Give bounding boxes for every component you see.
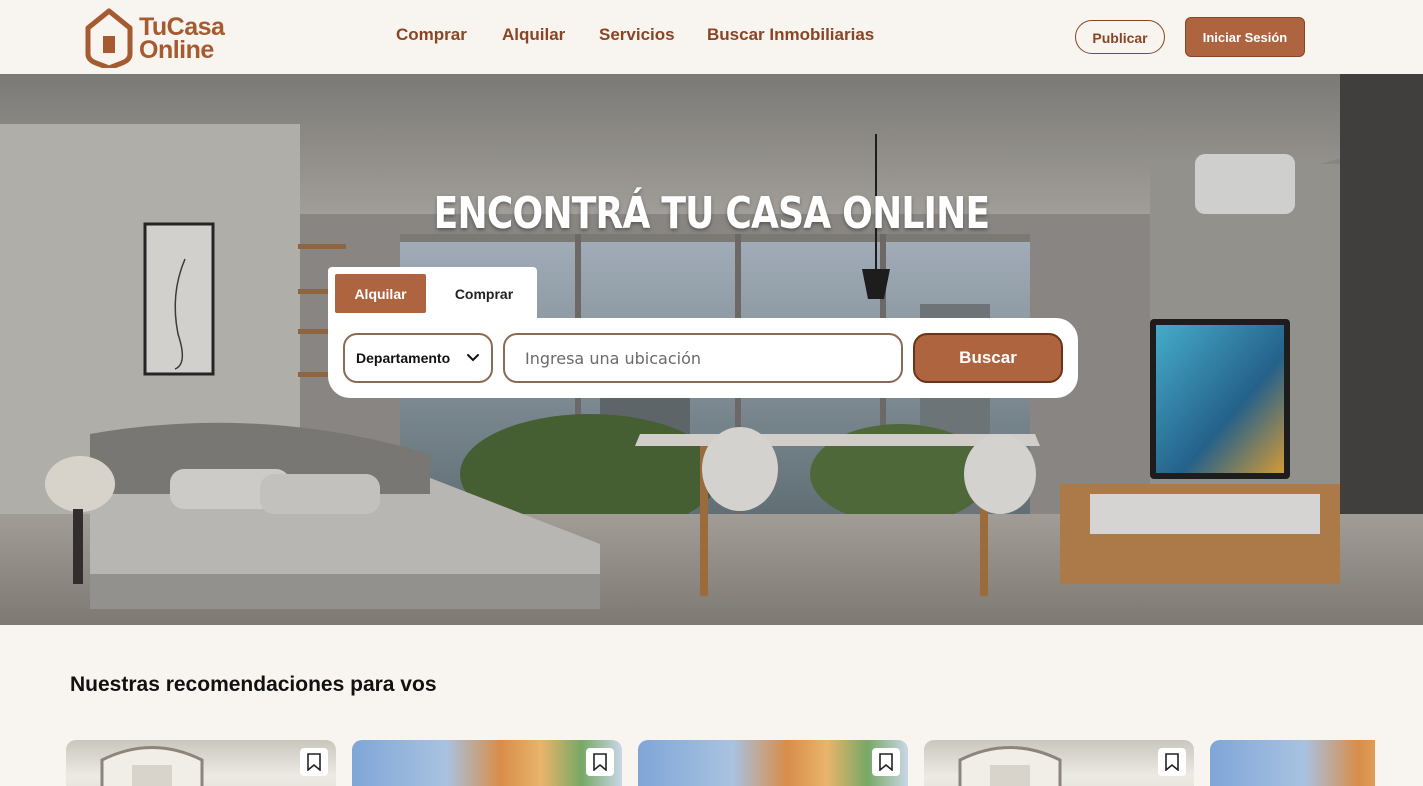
search-button[interactable]: Buscar — [913, 333, 1063, 383]
recommendations-title: Nuestras recomendaciones para vos — [70, 673, 437, 696]
chevron-down-icon — [467, 354, 479, 362]
nav-servicios[interactable]: Servicios — [599, 25, 675, 45]
nav-alquilar[interactable]: Alquilar — [502, 25, 565, 45]
property-card[interactable] — [638, 740, 908, 786]
tab-alquilar[interactable]: Alquilar — [335, 274, 426, 313]
login-button[interactable]: Iniciar Sesión — [1185, 17, 1305, 57]
property-type-select[interactable]: Departamento — [343, 333, 493, 383]
bookmark-icon — [593, 753, 607, 771]
property-card[interactable] — [352, 740, 622, 786]
bookmark-button[interactable] — [872, 748, 900, 776]
hero-title: ENCONTRÁ TU CASA ONLINE — [433, 188, 990, 239]
bookmark-button[interactable] — [300, 748, 328, 776]
search-box: Departamento Buscar — [328, 318, 1078, 398]
property-card[interactable] — [66, 740, 336, 786]
logo-text-bottom: Online — [139, 36, 214, 64]
bookmark-icon — [879, 753, 893, 771]
property-card[interactable] — [1210, 740, 1375, 786]
recommendations-carousel — [66, 740, 1375, 786]
tucasa-logo[interactable]: TuCasa Online — [84, 8, 229, 68]
house-icon — [85, 8, 133, 68]
property-image — [100, 746, 204, 786]
property-image — [958, 746, 1062, 786]
publish-button[interactable]: Publicar — [1075, 20, 1165, 54]
top-navbar: TuCasa Online Comprar Alquilar Servicios… — [0, 0, 1423, 74]
bookmark-icon — [307, 753, 321, 771]
property-type-value: Departamento — [356, 350, 451, 366]
bookmark-button[interactable] — [1158, 748, 1186, 776]
tab-comprar[interactable]: Comprar — [436, 274, 532, 313]
hero-banner: ENCONTRÁ TU CASA ONLINE Alquilar Comprar… — [0, 74, 1423, 625]
bookmark-icon — [1165, 753, 1179, 771]
nav-comprar[interactable]: Comprar — [396, 25, 467, 45]
property-card[interactable] — [924, 740, 1194, 786]
bookmark-button[interactable] — [586, 748, 614, 776]
search-tabs: Alquilar Comprar — [328, 267, 537, 319]
nav-buscar-inmobiliarias[interactable]: Buscar Inmobiliarias — [707, 25, 874, 45]
location-input[interactable] — [503, 333, 903, 383]
